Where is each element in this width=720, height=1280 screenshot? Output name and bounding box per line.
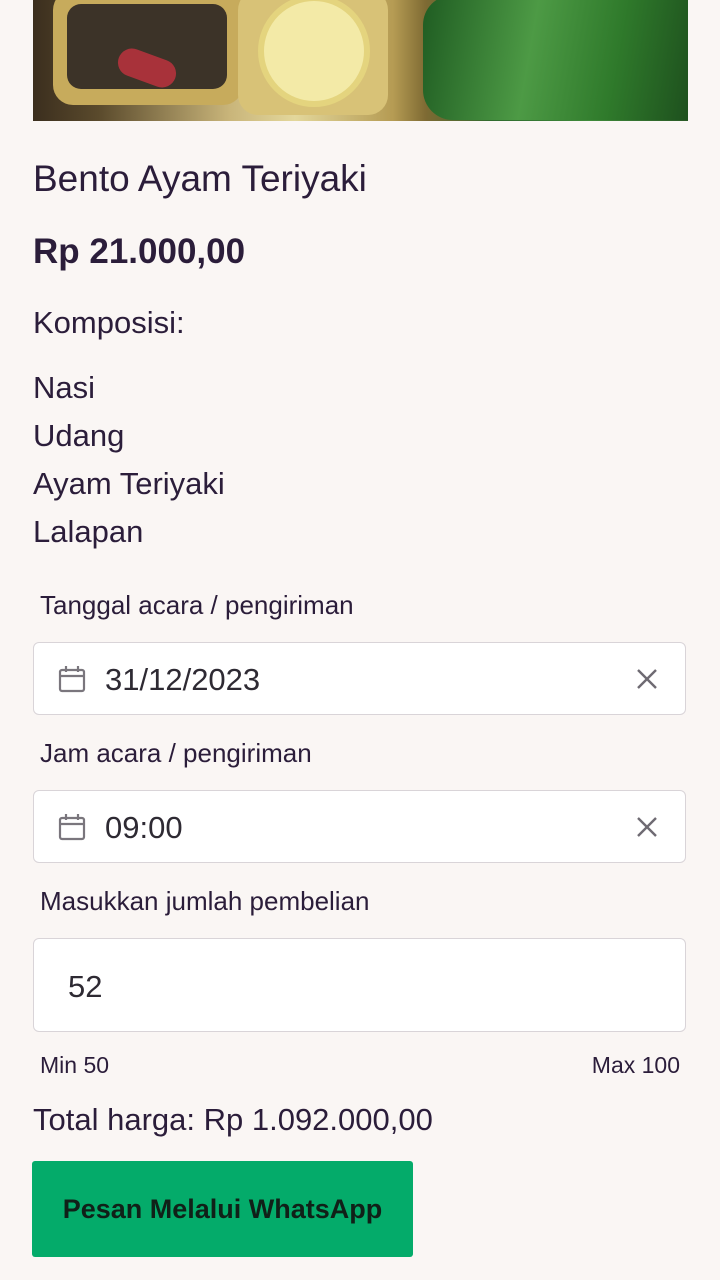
product-title: Bento Ayam Teriyaki (33, 158, 367, 199)
list-item: Ayam Teriyaki (33, 466, 225, 501)
time-value[interactable]: 09:00 (105, 810, 183, 846)
order-whatsapp-button[interactable]: Pesan Melalui WhatsApp (32, 1161, 413, 1257)
min-hint: Min 50 (40, 1052, 110, 1078)
calendar-icon[interactable] (58, 813, 86, 841)
list-item: Nasi (33, 370, 96, 405)
product-price: Rp 21.000,00 (33, 232, 246, 271)
quantity-value[interactable]: 52 (68, 969, 102, 1005)
composition-list: Nasi Udang Ayam Teriyaki Lalapan (33, 364, 225, 556)
list-item: Udang (33, 418, 125, 453)
calendar-icon[interactable] (58, 665, 86, 693)
composition-label: Komposisi: (33, 305, 185, 340)
max-hint: Max 100 (591, 1052, 680, 1078)
close-icon[interactable] (635, 667, 659, 691)
time-label: Jam acara / pengiriman (40, 738, 312, 768)
quantity-label: Masukkan jumlah pembelian (40, 886, 370, 916)
quantity-input[interactable]: 52 (33, 938, 686, 1032)
date-value[interactable]: 31/12/2023 (105, 662, 260, 698)
date-field[interactable]: 31/12/2023 (33, 642, 686, 715)
product-image (33, 0, 688, 121)
total-price: Total harga: Rp 1.092.000,00 (33, 1102, 433, 1137)
close-icon[interactable] (635, 815, 659, 839)
list-item: Lalapan (33, 514, 144, 549)
time-field[interactable]: 09:00 (33, 790, 686, 863)
date-label: Tanggal acara / pengiriman (40, 590, 354, 620)
